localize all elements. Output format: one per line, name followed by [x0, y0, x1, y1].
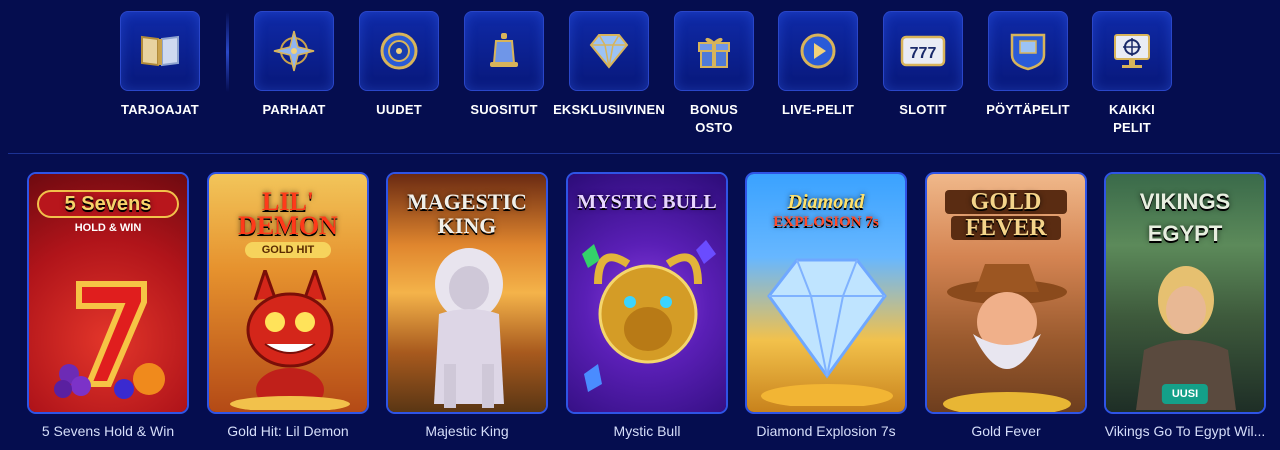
category-bonus-osto[interactable]: BONUS OSTO — [654, 11, 774, 137]
category-tile[interactable] — [359, 11, 439, 91]
category-label: BONUS OSTO — [690, 102, 738, 135]
game-name: Vikings Go To Egypt Wil... — [1104, 423, 1266, 439]
bull-art — [582, 240, 716, 392]
game-tile[interactable]: 5 Sevens HOLD & WIN 5 Sevens Hold & Win — [27, 172, 189, 439]
game-name: Gold Fever — [971, 423, 1041, 439]
game-thumbnail[interactable]: 5 Sevens HOLD & WIN — [27, 172, 189, 414]
category-tile[interactable] — [254, 11, 334, 91]
gift-icon — [698, 37, 730, 68]
art-title: GOLD — [945, 190, 1067, 214]
svg-text:777: 777 — [910, 45, 937, 62]
game-tile[interactable]: MYSTIC BULL Mystic Bull — [566, 172, 728, 439]
demon-art — [230, 270, 350, 410]
category-tarjoajat[interactable]: TARJOAJAT — [100, 11, 220, 119]
category-label: LIVE-PELIT — [781, 102, 855, 117]
game-thumbnail[interactable]: Diamond EXPLOSION 7s — [745, 172, 907, 414]
category-nav: TARJOAJAT PARHAAT UUDET SUOSITUT EKSKLUS… — [0, 0, 1280, 150]
diamond-art — [761, 258, 893, 406]
seven-fruit-art — [54, 281, 165, 399]
play-icon — [800, 33, 836, 69]
bell-icon — [490, 33, 518, 67]
slot-777-icon: 777 — [900, 35, 946, 67]
category-tile[interactable] — [778, 11, 858, 91]
category-tile[interactable] — [120, 11, 200, 91]
chip-icon — [380, 32, 418, 70]
divider — [226, 12, 229, 92]
category-label: EKSKLUSIIVINEN — [553, 102, 665, 117]
game-thumbnail[interactable]: VIKINGS EGYPT UUSI — [1104, 172, 1266, 414]
art-title: MAGESTIC — [407, 189, 527, 214]
category-slotit[interactable]: 777 SLOTIT — [863, 11, 983, 119]
category-label: PARHAAT — [262, 102, 326, 117]
game-tile[interactable]: LIL' DEMON GOLD HIT Gold Hit: Lil Demon — [207, 172, 369, 439]
category-tile[interactable] — [464, 11, 544, 91]
category-tile[interactable] — [988, 11, 1068, 91]
category-eksklusiivinen[interactable]: EKSKLUSIIVINEN — [549, 11, 669, 119]
game-thumbnail[interactable]: LIL' DEMON GOLD HIT — [207, 172, 369, 414]
category-label: UUDET — [376, 102, 422, 117]
game-name: Mystic Bull — [613, 423, 681, 439]
game-name: 5 Sevens Hold & Win — [41, 423, 175, 439]
game-thumbnail[interactable]: GOLD FEVER — [925, 172, 1087, 414]
game-thumbnail[interactable]: MAGESTIC KING — [386, 172, 548, 414]
category-kaikki-pelit[interactable]: KAIKKI PELIT — [1072, 11, 1192, 137]
art-subtitle: EGYPT — [1147, 221, 1223, 246]
section-divider — [8, 153, 1280, 154]
category-label: SLOTIT — [899, 102, 947, 117]
game-name: Gold Hit: Lil Demon — [227, 423, 349, 439]
new-badge: UUSI — [1161, 384, 1209, 404]
art-title: LIL' DEMON — [238, 187, 338, 240]
art-subtitle: HOLD & WIN — [74, 222, 142, 234]
category-uudet[interactable]: UUDET — [339, 11, 459, 119]
game-tile[interactable]: MAGESTIC KING Majestic King — [386, 172, 548, 439]
art-subtitle: FEVER — [951, 216, 1061, 240]
art-subtitle: EXPLOSION 7s — [773, 214, 879, 230]
category-label: SUOSITUT — [470, 102, 538, 117]
table-badge-icon — [1010, 33, 1046, 71]
category-tile[interactable] — [674, 11, 754, 91]
prospector-art — [943, 264, 1071, 412]
art-title: 5 Sevens — [37, 190, 179, 218]
monitor-wheel-icon — [1114, 34, 1150, 68]
category-poytapelit[interactable]: PÖYTÄPELIT — [968, 11, 1088, 119]
category-tile[interactable]: 777 — [883, 11, 963, 91]
diamond-icon — [589, 34, 629, 69]
category-suositut[interactable]: SUOSITUT — [444, 11, 564, 119]
game-tile[interactable]: GOLD FEVER Gold Fever — [925, 172, 1087, 439]
game-name: Majestic King — [425, 423, 509, 439]
game-tile[interactable]: VIKINGS EGYPT UUSI Vikings Go To Egypt W… — [1104, 172, 1266, 439]
category-label: KAIKKI PELIT — [1109, 102, 1155, 135]
book-icon — [141, 35, 179, 67]
game-name: Diamond Explosion 7s — [756, 423, 896, 439]
category-parhaat[interactable]: PARHAAT — [234, 11, 354, 119]
category-label: TARJOAJAT — [121, 102, 199, 117]
art-subtitle: GOLD HIT — [245, 242, 331, 258]
category-live-pelit[interactable]: LIVE-PELIT — [758, 11, 878, 119]
compass-star-icon — [273, 30, 315, 72]
game-tile[interactable]: Diamond EXPLOSION 7s Diamond Explosion 7… — [745, 172, 907, 439]
category-tile[interactable] — [569, 11, 649, 91]
category-label: PÖYTÄPELIT — [986, 102, 1070, 117]
art-title: VIKINGS — [1139, 189, 1231, 214]
category-tile[interactable] — [1092, 11, 1172, 91]
art-subtitle: KING — [437, 213, 497, 238]
art-title: MYSTIC BULL — [577, 191, 717, 213]
lion-art — [434, 248, 504, 408]
game-thumbnail[interactable]: MYSTIC BULL — [566, 172, 728, 414]
